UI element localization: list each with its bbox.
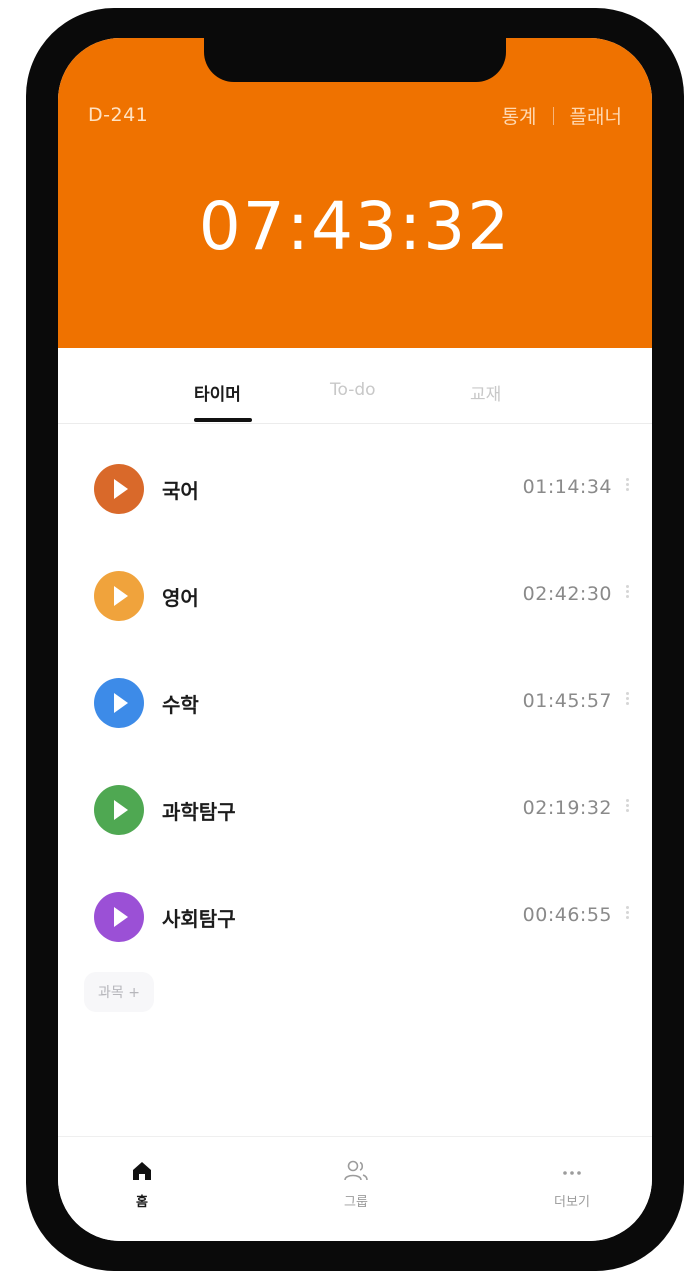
app-screen: D-241 통계 플래너 07:43:32 타이머 To-do 교재 국어 01… [58, 38, 652, 1241]
play-button[interactable] [94, 785, 144, 835]
play-button[interactable] [94, 464, 144, 514]
header-divider [552, 106, 554, 125]
home-icon [133, 1162, 151, 1180]
subject-name: 과학탐구 [162, 800, 236, 824]
subject-time: 02:19:32 [522, 797, 612, 819]
phone-notch [204, 38, 506, 82]
subject-name: 국어 [162, 479, 199, 503]
subject-menu-icon[interactable] [624, 690, 630, 710]
play-icon [114, 479, 128, 499]
play-button[interactable] [94, 571, 144, 621]
planner-link[interactable]: 플래너 [570, 102, 622, 129]
tab-textbook[interactable]: 교재 [470, 380, 501, 405]
active-tab-indicator [194, 418, 252, 422]
stats-link[interactable]: 통계 [502, 102, 537, 129]
total-study-timer: 07:43:32 [198, 188, 512, 265]
more-icon [563, 1171, 581, 1175]
subject-row[interactable]: 국어 01:14:34 [58, 460, 652, 520]
play-icon [114, 693, 128, 713]
tab-bar: 타이머 To-do 교재 [58, 348, 652, 424]
header-links: 통계 플래너 [502, 102, 622, 129]
phone-frame: D-241 통계 플래너 07:43:32 타이머 To-do 교재 국어 01… [26, 8, 684, 1271]
bottom-nav: 홈 그룹 더보기 [58, 1136, 652, 1241]
subject-row[interactable]: 사회탐구 00:46:55 [58, 888, 652, 948]
subject-time: 01:45:57 [522, 690, 612, 712]
subject-row[interactable]: 영어 02:42:30 [58, 567, 652, 627]
subject-menu-icon[interactable] [624, 476, 630, 496]
subject-name: 영어 [162, 586, 199, 610]
d-day-label: D-241 [88, 104, 149, 126]
subject-time: 01:14:34 [522, 476, 612, 498]
subject-row[interactable]: 수학 01:45:57 [58, 674, 652, 734]
play-button[interactable] [94, 678, 144, 728]
play-icon [114, 800, 128, 820]
subject-name: 사회탐구 [162, 907, 236, 931]
subject-menu-icon[interactable] [624, 904, 630, 924]
play-icon [114, 586, 128, 606]
subject-time: 00:46:55 [522, 904, 612, 926]
nav-group-label: 그룹 [344, 1195, 368, 1210]
subject-name: 수학 [162, 693, 199, 717]
play-button[interactable] [94, 892, 144, 942]
nav-more-label: 더보기 [554, 1195, 590, 1210]
play-icon [114, 907, 128, 927]
timer-header: D-241 통계 플래너 07:43:32 [58, 38, 652, 348]
nav-home[interactable]: 홈 [102, 1159, 182, 1210]
subject-time: 02:42:30 [522, 583, 612, 605]
add-subject-button[interactable]: 과목 + [84, 972, 154, 1012]
tab-timer[interactable]: 타이머 [194, 380, 241, 405]
nav-more[interactable]: 더보기 [532, 1159, 612, 1210]
nav-group[interactable]: 그룹 [316, 1159, 396, 1210]
subject-menu-icon[interactable] [624, 583, 630, 603]
subject-row[interactable]: 과학탐구 02:19:32 [58, 781, 652, 841]
subject-menu-icon[interactable] [624, 797, 630, 817]
tab-todo[interactable]: To-do [330, 380, 376, 400]
nav-home-label: 홈 [136, 1195, 148, 1210]
group-icon [344, 1160, 368, 1181]
